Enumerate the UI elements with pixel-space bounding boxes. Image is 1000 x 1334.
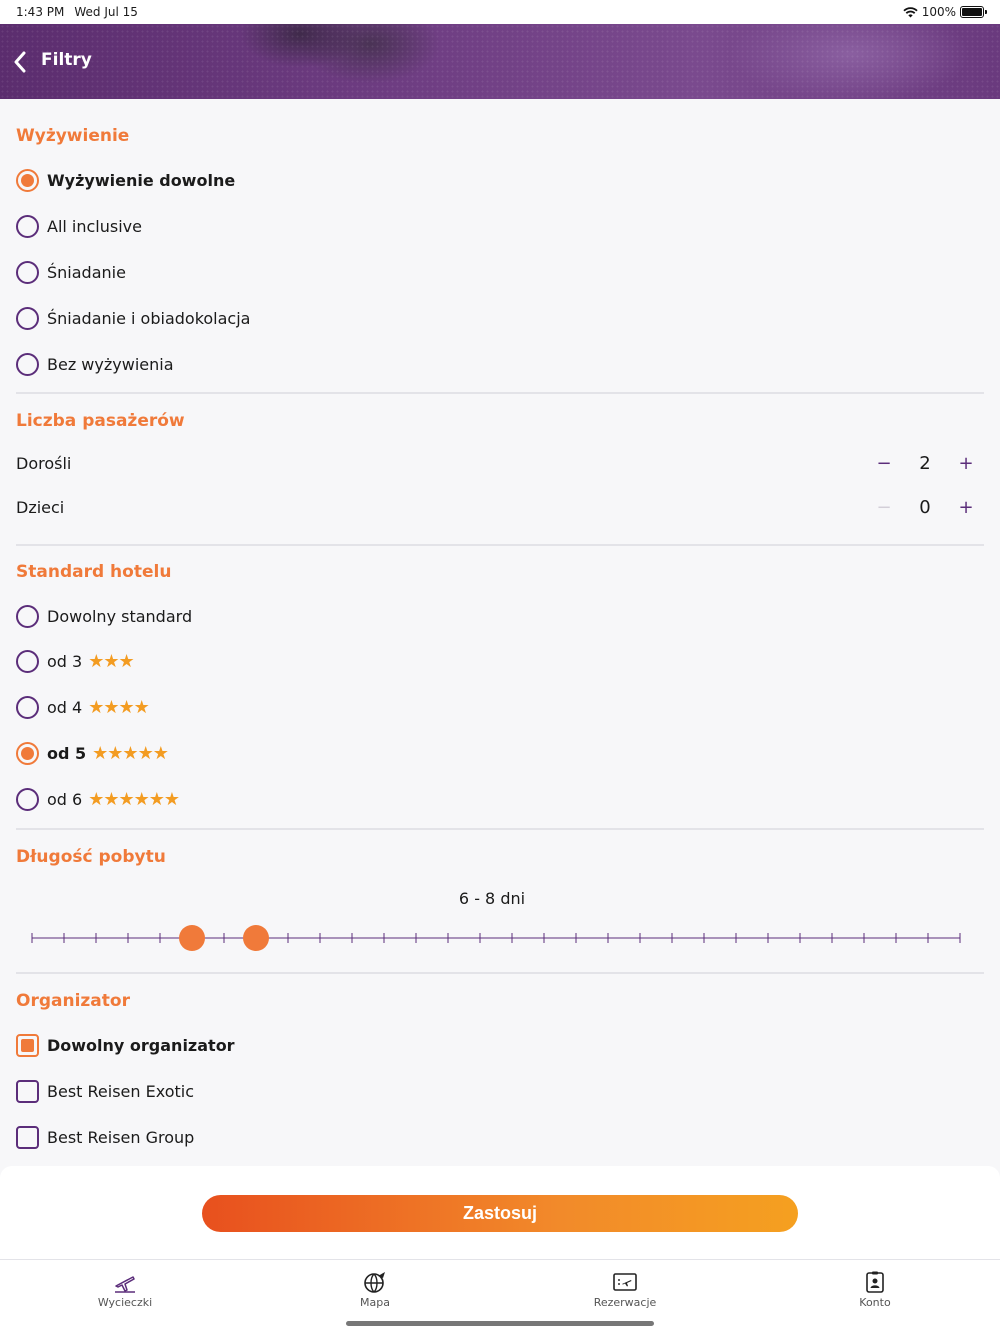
tab-label: Rezerwacje — [593, 1296, 657, 1309]
tab-account[interactable]: Konto — [750, 1260, 1000, 1334]
option-label: od 5 — [47, 743, 87, 763]
plane-palm-icon — [112, 1269, 138, 1295]
option-label: Dowolny standard — [47, 606, 193, 626]
option-label: Best Reisen Group — [47, 1127, 195, 1147]
stars-icon: ★★★★★★ — [88, 788, 180, 810]
stay-range-slider[interactable] — [0, 918, 1000, 958]
apply-button[interactable]: Zastosuj — [202, 1195, 798, 1232]
radio-button[interactable] — [16, 168, 39, 192]
radio-button[interactable] — [16, 306, 39, 330]
children-value: 0 — [919, 496, 931, 518]
radio-button[interactable] — [16, 787, 39, 811]
meal-option-all-inclusive[interactable]: All inclusive — [16, 211, 142, 241]
option-label: Dowolny organizator — [47, 1035, 235, 1055]
divider — [16, 828, 984, 830]
checkbox[interactable] — [16, 1079, 39, 1103]
header: Filtry — [0, 24, 1000, 99]
children-minus-button[interactable]: − — [874, 497, 894, 518]
passengers-section-title: Liczba pasażerów — [16, 411, 185, 431]
meal-option-any[interactable]: Wyżywienie dowolne — [16, 165, 235, 195]
battery-icon — [960, 6, 987, 18]
hotel-option-4-stars[interactable]: od 4 ★★★★ — [16, 692, 150, 722]
status-date: Wed Jul 15 — [74, 5, 138, 19]
tab-label: Wycieczki — [97, 1296, 153, 1309]
radio-button[interactable] — [16, 741, 39, 765]
chevron-left-icon — [14, 51, 26, 73]
status-right: 100% — [903, 5, 987, 19]
option-label: Śniadanie — [47, 262, 126, 282]
option-label: Śniadanie i obiadokolacja — [47, 308, 251, 328]
wifi-icon — [903, 6, 918, 17]
stars-icon: ★★★★ — [88, 696, 150, 718]
option-label: od 4 — [47, 697, 83, 717]
children-plus-button[interactable]: + — [956, 497, 976, 518]
hotel-section-title: Standard hotelu — [16, 562, 172, 582]
tab-label: Mapa — [360, 1296, 390, 1309]
meal-option-none[interactable]: Bez wyżywienia — [16, 349, 174, 379]
organizer-section-title: Organizator — [16, 991, 130, 1011]
organizer-option-group[interactable]: Best Reisen Group — [16, 1122, 194, 1152]
checkbox[interactable] — [16, 1033, 39, 1057]
option-label: All inclusive — [47, 216, 142, 236]
option-label: Bez wyżywienia — [47, 354, 174, 374]
radio-button[interactable] — [16, 649, 39, 673]
meals-section-title: Wyżywienie — [16, 126, 130, 146]
hotel-option-3-stars[interactable]: od 3 ★★★ — [16, 646, 135, 676]
account-badge-icon — [862, 1269, 888, 1295]
checkbox[interactable] — [16, 1125, 39, 1149]
radio-button[interactable] — [16, 214, 39, 238]
tab-label: Konto — [859, 1296, 891, 1309]
hotel-option-5-stars[interactable]: od 5 ★★★★★ — [16, 738, 169, 768]
children-counter-row: Dzieci − 0 + — [16, 492, 984, 522]
divider — [16, 392, 984, 394]
page-title: Filtry — [41, 50, 92, 70]
organizer-option-any[interactable]: Dowolny organizator — [16, 1030, 235, 1060]
children-stepper: − 0 + — [874, 497, 984, 518]
radio-button[interactable] — [16, 604, 39, 628]
option-label: od 3 — [47, 651, 83, 671]
slider-high-handle[interactable] — [243, 925, 269, 951]
divider — [16, 972, 984, 974]
back-button[interactable] — [8, 50, 32, 74]
adults-label: Dorośli — [16, 453, 72, 473]
stay-range-label: 6 - 8 dni — [458, 889, 526, 908]
hotel-option-6-stars[interactable]: od 6 ★★★★★★ — [16, 784, 180, 814]
meal-option-breakfast[interactable]: Śniadanie — [16, 257, 126, 287]
globe-plane-icon — [362, 1269, 388, 1295]
adults-plus-button[interactable]: + — [956, 453, 976, 474]
slider-low-handle[interactable] — [179, 925, 205, 951]
children-label: Dzieci — [16, 497, 65, 517]
radio-button[interactable] — [16, 260, 39, 284]
stars-icon: ★★★★★ — [92, 742, 169, 764]
status-time: 1:43 PM — [16, 5, 65, 19]
adults-counter-row: Dorośli − 2 + — [16, 448, 984, 478]
option-label: Wyżywienie dowolne — [47, 170, 236, 190]
meal-option-half-board[interactable]: Śniadanie i obiadokolacja — [16, 303, 250, 333]
stay-section-title: Długość pobytu — [16, 847, 166, 867]
battery-percent: 100% — [921, 5, 956, 19]
hotel-option-any[interactable]: Dowolny standard — [16, 601, 192, 631]
adults-stepper: − 2 + — [874, 453, 984, 474]
option-label: Best Reisen Exotic — [47, 1081, 194, 1101]
ticket-plane-icon — [612, 1269, 638, 1295]
organizer-option-exotic[interactable]: Best Reisen Exotic — [16, 1076, 194, 1106]
adults-minus-button[interactable]: − — [874, 453, 894, 474]
radio-button[interactable] — [16, 352, 39, 376]
option-label: od 6 — [47, 789, 83, 809]
radio-button[interactable] — [16, 695, 39, 719]
divider — [16, 544, 984, 546]
status-bar: 1:43 PM Wed Jul 15 100% — [0, 0, 1000, 24]
tab-trips[interactable]: Wycieczki — [0, 1260, 250, 1334]
stars-icon: ★★★ — [88, 650, 134, 672]
adults-value: 2 — [919, 452, 931, 474]
home-indicator — [346, 1321, 654, 1326]
